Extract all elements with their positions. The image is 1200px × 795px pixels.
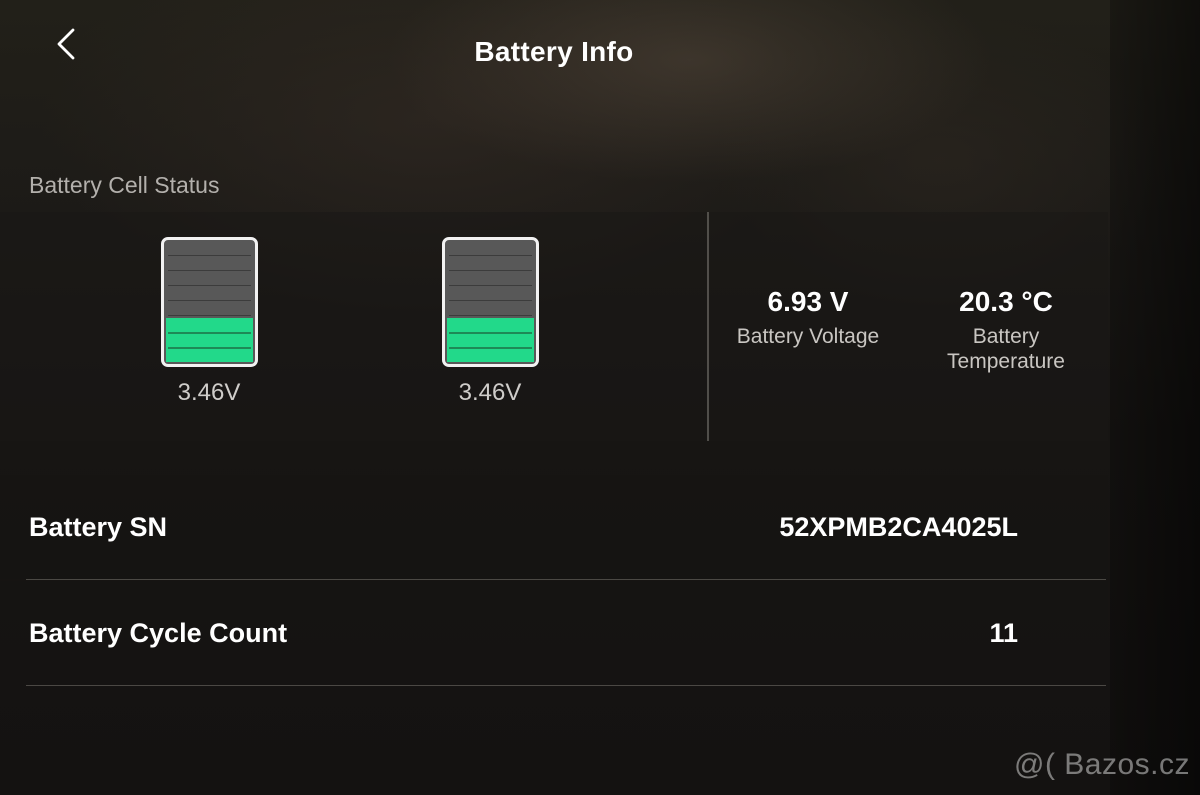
cell-segment-line [168, 255, 251, 256]
cell-voltage: 3.46V [177, 379, 241, 406]
cell-fill-segment-line [449, 347, 532, 349]
cell-fill [166, 318, 253, 362]
cell-segment-line [449, 285, 532, 286]
cell-status-label: Battery Cell Status [29, 172, 220, 198]
cell-segment-line [168, 300, 251, 301]
battery-sn-row[interactable]: Battery SN 52XPMB2CA4025L [0, 475, 1108, 579]
battery-temperature-label: Battery Temperature [947, 325, 1065, 373]
battery-voltage-value: 6.93 V [767, 286, 849, 317]
cell-segment-line [449, 300, 532, 301]
cell-segment-line [168, 270, 251, 271]
battery-cell-icon [161, 237, 258, 367]
battery-sn-label: Battery SN [29, 512, 168, 542]
cell-segment-line [168, 315, 251, 316]
battery-temperature-stat: 20.3 °C Battery Temperature [901, 286, 1111, 374]
battery-sn-value: 52XPMB2CA4025L [779, 512, 1018, 542]
row-divider [26, 579, 1106, 580]
cell-fill-segment-line [168, 332, 251, 334]
cell-segment-line [449, 255, 532, 256]
battery-temperature-value: 20.3 °C [959, 286, 1053, 317]
battery-cell-icon [442, 237, 539, 367]
battery-cycle-count-label: Battery Cycle Count [29, 618, 288, 648]
cell-fill-segment-line [168, 347, 251, 349]
cell-fill-segment-line [449, 332, 532, 334]
background-shade [1110, 0, 1200, 795]
battery-cycle-count-row[interactable]: Battery Cycle Count 11 [0, 581, 1108, 685]
battery-voltage-label: Battery Voltage [736, 325, 880, 348]
cell-segment-line [449, 315, 532, 316]
cell-segment-line [168, 285, 251, 286]
cell-voltage: 3.46V [458, 379, 522, 406]
cell-segment-line [449, 270, 532, 271]
battery-voltage-stat: 6.93 V Battery Voltage [703, 286, 913, 349]
row-divider [26, 685, 1106, 686]
watermark: @( Bazos.cz [1014, 748, 1190, 781]
battery-cycle-count-value: 11 [989, 618, 1018, 648]
cell-fill [447, 318, 534, 362]
page-title: Battery Info [474, 36, 634, 67]
